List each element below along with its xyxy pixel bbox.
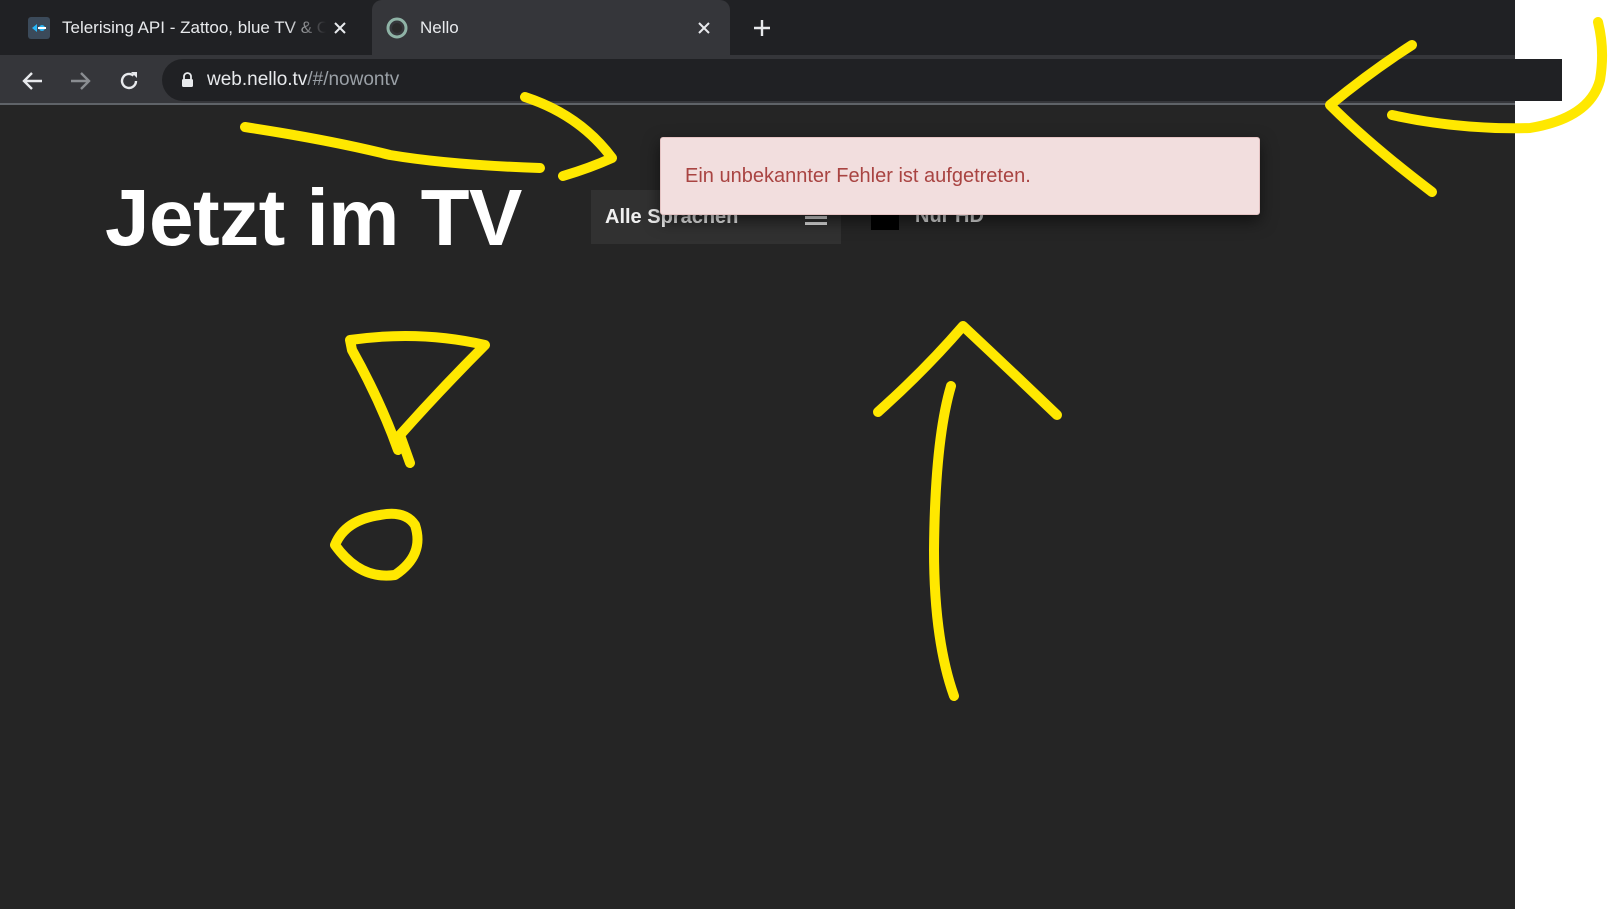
tab-title: Telerising API - Zattoo, blue TV & Co. <box>62 17 326 37</box>
url-text: web.nello.tv/#/nowontv <box>207 69 399 91</box>
tab-title: Nello <box>420 17 459 37</box>
tab-telerising[interactable]: Telerising API - Zattoo, blue TV & Co. <box>14 0 366 55</box>
forward-arrow-icon[interactable] <box>64 65 96 97</box>
lock-icon <box>181 72 195 88</box>
browser-window: Telerising API - Zattoo, blue TV & Co. N… <box>0 0 1562 909</box>
address-bar[interactable]: web.nello.tv/#/nowontv <box>162 59 1562 101</box>
page-content: Jetzt im TV Alle Sprachen Nur HD Ein unb… <box>0 105 1515 909</box>
tab-strip: Telerising API - Zattoo, blue TV & Co. N… <box>0 0 1515 55</box>
url-host: web.nello.tv <box>207 69 308 90</box>
error-message: Ein unbekannter Fehler ist aufgetreten. <box>685 164 1031 187</box>
close-tab-icon[interactable] <box>326 14 354 42</box>
tab-nello[interactable]: Nello <box>372 0 730 55</box>
close-tab-icon[interactable] <box>690 14 718 42</box>
url-path: /#/nowontv <box>307 69 400 90</box>
error-notification: Ein unbekannter Fehler ist aufgetreten. <box>660 137 1260 215</box>
nello-favicon-icon <box>386 17 408 39</box>
back-arrow-icon[interactable] <box>17 65 49 97</box>
new-tab-plus-icon[interactable] <box>746 12 778 44</box>
page-title: Jetzt im TV <box>105 173 522 262</box>
reload-icon[interactable] <box>113 65 145 97</box>
telerising-favicon-icon <box>28 16 50 39</box>
browser-toolbar: web.nello.tv/#/nowontv <box>0 55 1562 105</box>
